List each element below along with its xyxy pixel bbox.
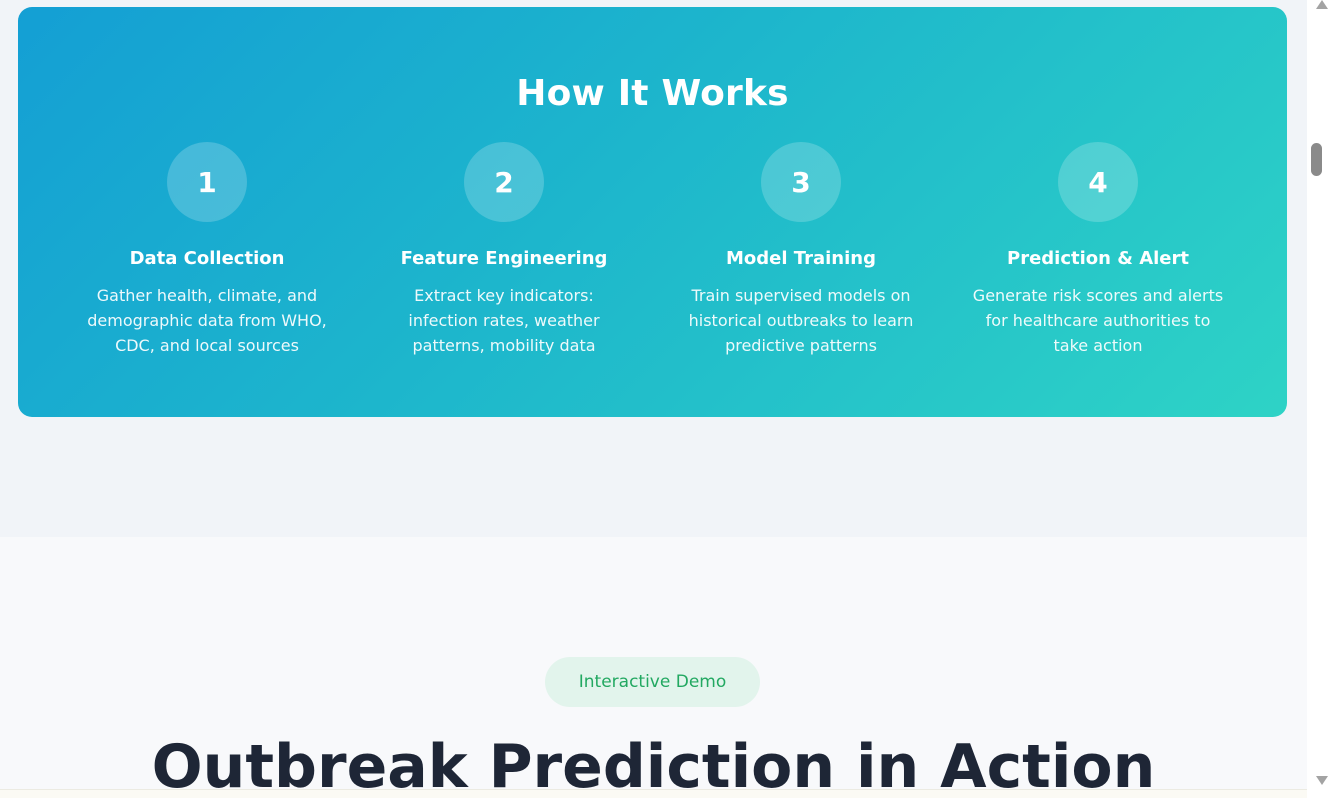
- step-prediction-alert: 4 Prediction & Alert Generate risk score…: [963, 142, 1233, 358]
- step-description: Train supervised models on historical ou…: [688, 286, 914, 355]
- step-description: Gather health, climate, and demographic …: [87, 286, 327, 355]
- step-number-badge: 2: [464, 142, 544, 222]
- window-bottom-edge: [0, 789, 1307, 798]
- step-model-training: 3 Model Training Train supervised models…: [666, 142, 936, 358]
- demo-section: Interactive Demo Outbreak Prediction in …: [0, 537, 1307, 798]
- step-title: Data Collection: [129, 248, 285, 269]
- step-number-badge: 1: [167, 142, 247, 222]
- scrollbar-thumb[interactable]: [1311, 143, 1322, 176]
- step-title: Prediction & Alert: [1007, 248, 1189, 269]
- step-title: Feature Engineering: [400, 248, 608, 269]
- interactive-demo-badge: Interactive Demo: [545, 657, 760, 707]
- step-feature-engineering: 2 Feature Engineering Extract key indica…: [369, 142, 639, 358]
- how-it-works-title: How It Works: [516, 73, 789, 114]
- triangle-up-icon[interactable]: [1316, 0, 1328, 9]
- triangle-down-icon[interactable]: [1316, 776, 1328, 785]
- step-number-badge: 3: [761, 142, 841, 222]
- step-description: Generate risk scores and alerts for heal…: [972, 286, 1224, 355]
- page-viewport: How It Works 1 Data Collection Gather he…: [0, 0, 1307, 798]
- step-title: Model Training: [726, 248, 876, 269]
- how-it-works-section: How It Works 1 Data Collection Gather he…: [0, 0, 1307, 537]
- step-description: Extract key indicators: infection rates,…: [408, 286, 600, 355]
- step-data-collection: 1 Data Collection Gather health, climate…: [72, 142, 342, 358]
- vertical-scrollbar[interactable]: [1307, 0, 1335, 798]
- how-it-works-card: How It Works 1 Data Collection Gather he…: [18, 7, 1287, 417]
- step-number-badge: 4: [1058, 142, 1138, 222]
